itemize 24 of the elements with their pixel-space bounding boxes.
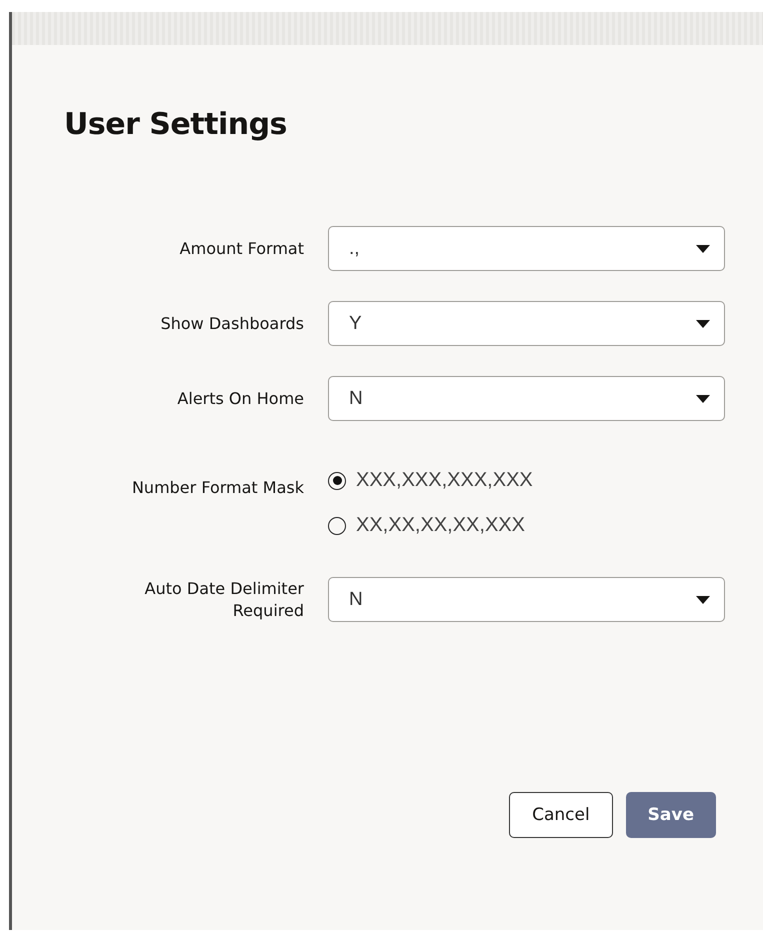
field-label: Number Format Mask	[130, 477, 304, 499]
field-label: Amount Format	[178, 238, 304, 260]
select-value: N	[349, 388, 363, 410]
select-field[interactable]: .,	[328, 226, 725, 271]
field-label: Alerts On Home	[176, 388, 304, 410]
select-field[interactable]: Y	[328, 301, 725, 346]
dialog-title: User Settings	[64, 107, 288, 142]
field-label: Auto Date Delimiter Required	[144, 578, 304, 622]
save-button[interactable]: Save	[626, 792, 716, 838]
radio-button[interactable]	[328, 472, 346, 490]
caret-icon	[696, 320, 710, 328]
radio-button[interactable]	[328, 516, 346, 534]
select-field[interactable]: N	[328, 577, 725, 622]
select-value: N	[349, 588, 363, 610]
caret-icon	[696, 244, 710, 252]
select-field[interactable]: N	[328, 376, 725, 421]
radio-label: XX,XX,XX,XX,XXX	[356, 514, 525, 537]
select-value: .,	[349, 238, 360, 260]
cancel-button[interactable]: Cancel	[509, 792, 613, 838]
field-label: Show Dashboards	[160, 312, 304, 334]
caret-icon	[696, 394, 710, 402]
caret-icon	[696, 596, 710, 604]
radio-label: XXX,XXX,XXX,XXX	[356, 469, 533, 492]
select-value: Y	[349, 312, 362, 334]
